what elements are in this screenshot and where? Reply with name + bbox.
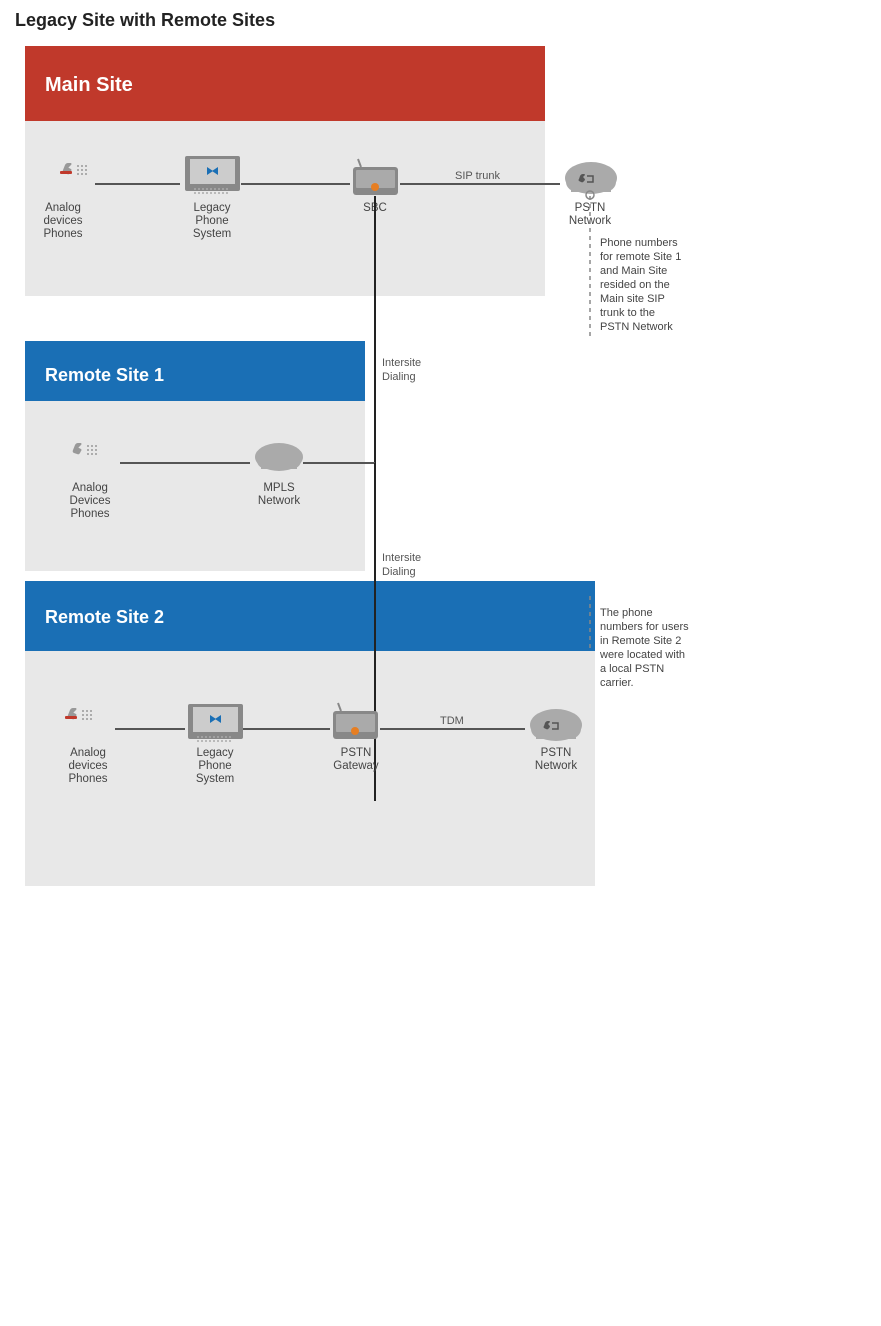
rs2-note-line1: The phone — [600, 607, 653, 619]
rs2-pstn-label-1: PSTN — [541, 747, 572, 759]
main-note-line3: and Main Site — [600, 265, 667, 277]
rs2-pstn-label-2: Network — [535, 760, 577, 772]
rs1-analog-label-1: Analog — [72, 482, 108, 494]
main-note-line2: for remote Site 1 — [600, 251, 681, 263]
rs1-mpls-label-2: Network — [258, 495, 300, 507]
rs2-analog-label-3: Phones — [68, 773, 107, 785]
rs2-pstn-gateway-label-2: Gateway — [333, 760, 379, 772]
rs2-note-line4: were located with — [599, 649, 685, 661]
intersite-label-1a: Intersite — [382, 357, 421, 369]
rs2-tdm-label: TDM — [440, 715, 464, 727]
main-analog-label-3: Phones — [43, 228, 82, 240]
rs1-mpls-icon — [255, 443, 303, 471]
rs1-analog-label-3: Phones — [70, 508, 109, 520]
main-note-line1: Phone numbers — [600, 237, 678, 249]
rs2-note-line2: numbers for users — [600, 621, 689, 633]
rs2-note-line6: carrier. — [600, 677, 634, 689]
sip-trunk-label: SIP trunk — [455, 170, 501, 182]
intersite-label-2a: Intersite — [382, 552, 421, 564]
main-site-body — [25, 121, 545, 296]
rs1-analog-label-2: Devices — [70, 495, 111, 507]
main-legacy-label-3: System — [193, 228, 231, 240]
remote-site-2-title: Remote Site 2 — [45, 607, 164, 627]
main-legacy-label-2: Phone — [195, 215, 228, 227]
intersite-label-2b: Dialing — [382, 566, 416, 578]
main-pstn-icon — [565, 162, 617, 194]
main-legacy-phone-icon — [185, 156, 240, 194]
rs2-note-line5: a local PSTN — [600, 663, 664, 675]
remote-site-2-body — [25, 651, 595, 886]
main-note-line6: trunk to the — [600, 307, 655, 319]
rs2-legacy-label-2: Phone — [198, 760, 231, 772]
main-site-title: Main Site — [45, 74, 133, 96]
intersite-label-1b: Dialing — [382, 371, 416, 383]
rs2-legacy-label-3: System — [196, 773, 234, 785]
rs2-pstn-icon — [530, 709, 582, 741]
rs2-note-line3: in Remote Site 2 — [600, 635, 681, 647]
page-title: Legacy Site with Remote Sites — [15, 10, 866, 31]
main-note-line7: PSTN Network — [600, 321, 673, 333]
rs2-legacy-phone-icon — [188, 704, 243, 742]
rs2-analog-label-1: Analog — [70, 747, 106, 759]
diagram-layout: Main Site Analog devices Phones — [15, 41, 855, 1316]
main-legacy-label-1: Legacy — [193, 202, 230, 214]
rs2-pstn-gateway-label-1: PSTN — [341, 747, 372, 759]
remote-site-1-title: Remote Site 1 — [45, 365, 164, 385]
rs1-mpls-label-1: MPLS — [263, 482, 295, 494]
main-analog-label-2: devices — [44, 215, 83, 227]
rs2-legacy-label-1: Legacy — [196, 747, 233, 759]
main-analog-label-1: Analog — [45, 202, 81, 214]
rs2-analog-label-2: devices — [69, 760, 108, 772]
main-note-line4: resided on the — [600, 279, 670, 291]
main-note-line5: Main site SIP — [600, 293, 665, 305]
